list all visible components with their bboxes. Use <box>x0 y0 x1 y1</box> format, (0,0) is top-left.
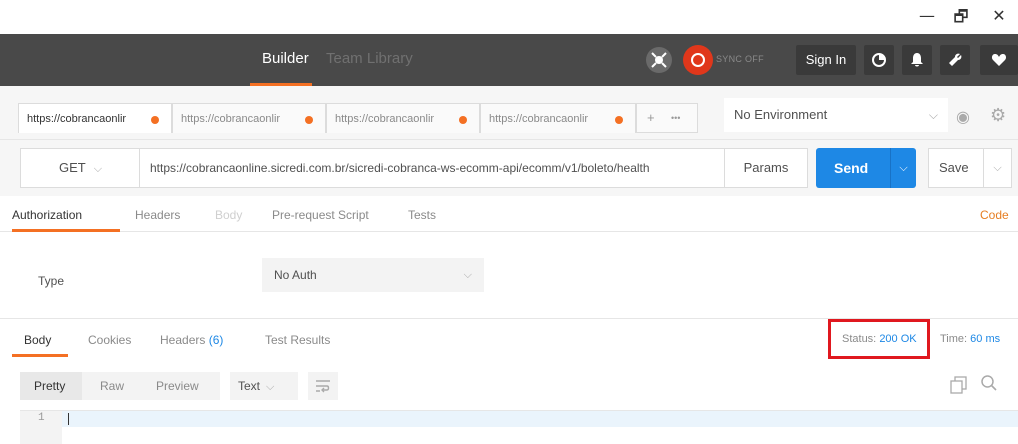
response-status: Status: 200 OK <box>842 333 917 345</box>
copy-icon[interactable] <box>950 376 968 399</box>
active-line-highlight <box>62 411 1018 427</box>
wrench-icon[interactable] <box>940 45 970 75</box>
more-tabs-button[interactable]: ••• <box>671 113 680 123</box>
status-label: Status: <box>842 333 877 345</box>
runner-icon[interactable] <box>864 45 894 75</box>
method-value: GET <box>59 160 86 175</box>
request-tab[interactable]: https://cobrancaonlir <box>480 103 636 133</box>
request-tab-label: https://cobrancaonlir <box>489 113 589 125</box>
save-button[interactable]: Save ⌵ <box>928 148 1012 188</box>
unsaved-dot-icon <box>615 116 623 124</box>
auth-type-label: Type <box>38 274 65 288</box>
time-value: 60 ms <box>970 333 1001 345</box>
request-tab-label: https://cobrancaonlir <box>335 113 435 125</box>
request-tab[interactable]: https://cobrancaonlir <box>326 103 480 133</box>
view-mode-group: Pretty Raw Preview <box>20 372 220 400</box>
format-value: Text <box>238 379 261 393</box>
sync-status-label: SYNC OFF <box>716 54 764 64</box>
request-tab-label: https://cobrancaonlir <box>181 113 281 125</box>
environment-select[interactable]: No Environment ⌵ <box>724 98 948 132</box>
sync-icon[interactable] <box>683 45 713 75</box>
close-window-button[interactable]: ✕ <box>984 6 1014 25</box>
raw-button[interactable]: Raw <box>100 379 124 393</box>
add-tab-button[interactable]: + <box>647 110 655 125</box>
save-label: Save <box>939 160 969 175</box>
tab-body[interactable]: Body <box>215 208 242 222</box>
response-headers-count: (6) <box>208 333 224 347</box>
app-header: Builder Team Library SYNC OFF Sign In <box>0 34 1018 86</box>
active-subtab-indicator <box>12 229 120 232</box>
maximize-button[interactable]: 🗗 <box>946 6 976 33</box>
request-tab[interactable]: https://cobrancaonlir <box>172 103 326 133</box>
tab-cookies[interactable]: Cookies <box>88 333 131 347</box>
request-tab-label: https://cobrancaonlir <box>27 113 127 125</box>
preview-button[interactable]: Preview <box>156 379 199 393</box>
tab-tests[interactable]: Tests <box>408 208 436 222</box>
satellite-icon[interactable] <box>646 47 672 73</box>
pretty-button[interactable]: Pretty <box>34 379 65 393</box>
url-bar: GET ⌵ Params Send ⌵ Save ⌵ <box>0 140 1018 196</box>
tab-test-results[interactable]: Test Results <box>265 333 330 347</box>
line-number: 1 <box>38 412 45 424</box>
tab-actions: + ••• <box>636 103 698 133</box>
tab-authorization[interactable]: Authorization <box>12 208 82 222</box>
unsaved-dot-icon <box>459 116 467 124</box>
tab-headers[interactable]: Headers <box>135 208 180 222</box>
code-link[interactable]: Code <box>980 208 1009 222</box>
tab-response-headers[interactable]: Headers (6) <box>160 333 223 347</box>
tab-builder[interactable]: Builder <box>262 50 309 67</box>
unsaved-dot-icon <box>151 116 159 124</box>
url-input[interactable] <box>139 148 725 188</box>
time-label: Time: <box>940 333 968 345</box>
wrap-lines-icon[interactable] <box>308 372 338 400</box>
response-toolbar: Pretty Raw Preview Text ⌵ <box>0 366 1018 406</box>
format-select[interactable]: Text ⌵ <box>230 372 298 400</box>
chevron-down-icon: ⌵ <box>928 108 938 122</box>
save-options-chevron-icon[interactable]: ⌵ <box>983 149 1011 187</box>
response-editor[interactable]: 1 <box>20 410 1018 444</box>
method-select[interactable]: GET ⌵ <box>20 148 140 188</box>
request-tabs-bar: https://cobrancaonlir https://cobrancaon… <box>0 86 1018 140</box>
tab-team-library[interactable]: Team Library <box>326 50 413 67</box>
send-button[interactable]: Send ⌵ <box>816 148 916 188</box>
unsaved-dot-icon <box>305 116 313 124</box>
response-time: Time: 60 ms <box>940 333 1000 345</box>
text-cursor <box>68 413 69 425</box>
response-headers-label: Headers <box>160 333 206 347</box>
status-value: 200 OK <box>879 333 917 345</box>
tab-prerequest-script[interactable]: Pre-request Script <box>272 208 369 222</box>
search-icon[interactable] <box>980 374 998 397</box>
request-subtabs: Authorization Headers Body Pre-request S… <box>0 196 1018 232</box>
params-button[interactable]: Params <box>724 148 808 188</box>
minimize-button[interactable]: — <box>912 6 942 25</box>
bell-icon[interactable] <box>902 45 932 75</box>
auth-type-select[interactable]: No Auth ⌵ <box>262 258 484 292</box>
sign-in-button[interactable]: Sign In <box>796 45 856 75</box>
chevron-down-icon: ⌵ <box>93 162 103 175</box>
auth-type-value: No Auth <box>274 268 317 282</box>
environment-selected: No Environment <box>734 107 828 122</box>
chevron-down-icon: ⌵ <box>266 380 275 393</box>
send-label: Send <box>834 160 869 176</box>
active-response-tab-indicator <box>12 354 68 357</box>
eye-icon[interactable]: ◉ <box>956 107 970 126</box>
request-tab[interactable]: https://cobrancaonlir <box>18 103 172 133</box>
heart-icon[interactable] <box>980 45 1018 75</box>
editor-gutter: 1 <box>20 411 62 444</box>
send-options-chevron-icon[interactable]: ⌵ <box>890 148 916 188</box>
gear-icon[interactable]: ⚙ <box>990 105 1006 126</box>
window-titlebar: — 🗗 ✕ <box>0 0 1018 34</box>
chevron-down-icon: ⌵ <box>463 268 472 281</box>
tab-response-body[interactable]: Body <box>24 333 51 347</box>
